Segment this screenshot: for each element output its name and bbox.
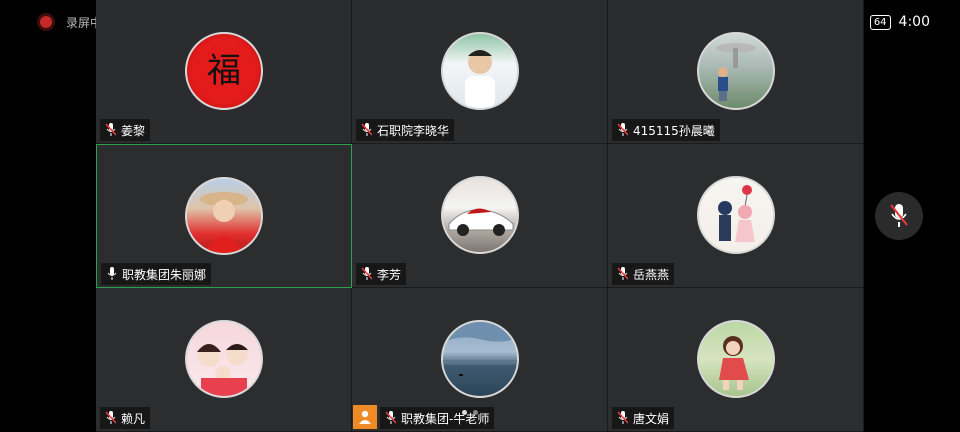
mute-toggle-button[interactable]: [875, 192, 923, 240]
participant-grid: 福 姜黎 石职院李晓华 415115孙晨曦 职教集团朱丽娜 李芳 岳燕燕 赖凡 …: [96, 0, 864, 432]
name-tag: 石职院李晓华: [356, 119, 455, 141]
mic-muted-icon: [617, 267, 629, 280]
participant-name: 职教集团朱丽娜: [122, 267, 207, 282]
avatar: [184, 320, 263, 398]
name-tag: 唐文娟: [612, 407, 675, 429]
page-dot[interactable]: [473, 410, 478, 415]
participant-name: 李芳: [377, 267, 402, 282]
participant-tile[interactable]: 职教集团-牛老师: [352, 288, 608, 432]
name-tag: 赖凡: [100, 407, 151, 429]
participant-tile[interactable]: 赖凡: [96, 288, 352, 432]
recording-icon: [40, 16, 52, 28]
host-badge-icon[interactable]: [353, 405, 377, 429]
mic-muted-icon: [385, 411, 397, 424]
participant-tile-active-speaker[interactable]: 职教集团朱丽娜: [96, 144, 352, 288]
avatar: [185, 177, 263, 255]
name-tag: 姜黎: [100, 119, 151, 141]
participant-name: 石职院李晓华: [377, 123, 450, 138]
mic-on-icon: [107, 267, 117, 280]
name-tag: 职教集团朱丽娜: [101, 263, 212, 285]
name-tag: 岳燕燕: [612, 263, 675, 285]
avatar: [440, 176, 519, 254]
mic-muted-icon: [105, 123, 117, 136]
participant-tile[interactable]: 石职院李晓华: [352, 0, 608, 144]
mic-muted-icon: [361, 267, 373, 280]
avatar: [696, 320, 775, 398]
name-tag: 李芳: [356, 263, 407, 285]
avatar: [440, 32, 519, 110]
participant-name: 岳燕燕: [633, 267, 670, 282]
mic-muted-icon: [890, 204, 908, 227]
avatar: [696, 176, 775, 254]
participant-tile[interactable]: 李芳: [352, 144, 608, 288]
participant-name: 415115孙晨曦: [633, 123, 715, 138]
avatar: [696, 32, 775, 110]
page-dot[interactable]: [462, 410, 467, 415]
page-indicator: [462, 410, 478, 415]
participant-name: 姜黎: [121, 123, 146, 138]
mic-muted-icon: [105, 411, 117, 424]
participant-name: 唐文娟: [633, 411, 670, 426]
participant-tile[interactable]: 415115孙晨曦: [608, 0, 864, 144]
mic-muted-icon: [617, 123, 629, 136]
battery-indicator: 64: [869, 14, 891, 30]
avatar: 福: [184, 32, 263, 110]
clock: 4:00: [898, 14, 930, 30]
mic-muted-icon: [617, 411, 629, 424]
svg-text:福: 福: [207, 51, 241, 91]
participant-tile[interactable]: 唐文娟: [608, 288, 864, 432]
participant-tile[interactable]: 福 姜黎: [96, 0, 352, 144]
avatar: [440, 320, 519, 398]
mic-muted-icon: [361, 123, 373, 136]
participant-tile[interactable]: 岳燕燕: [608, 144, 864, 288]
name-tag: 415115孙晨曦: [612, 119, 720, 141]
participant-name: 赖凡: [121, 411, 146, 426]
